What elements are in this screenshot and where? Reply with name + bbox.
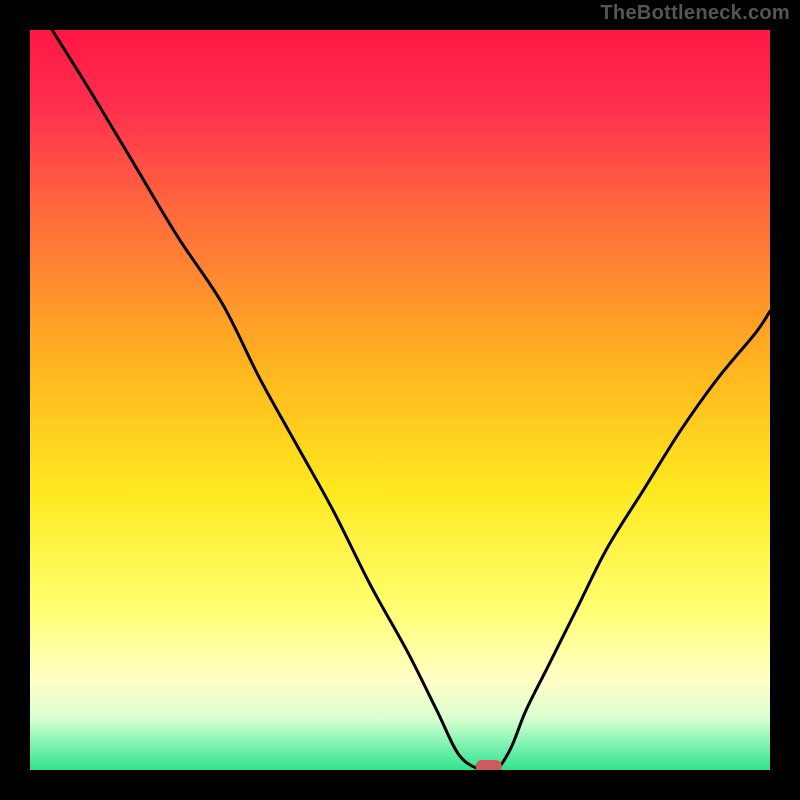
- attribution-text: TheBottleneck.com: [600, 2, 790, 25]
- chart-container: TheBottleneck.com: [0, 0, 800, 800]
- bottleneck-chart: [30, 30, 770, 770]
- optimal-marker: [476, 760, 502, 770]
- chart-background: [30, 30, 770, 770]
